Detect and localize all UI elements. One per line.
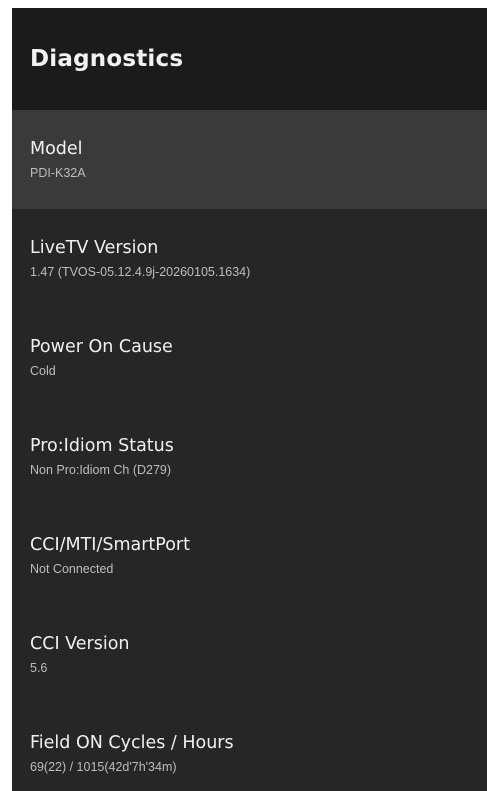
item-value: Not Connected: [30, 562, 114, 576]
list-item-field-on-cycles-hours[interactable]: Field ON Cycles / Hours 69(22) / 1015(42…: [12, 704, 487, 791]
page-title: Diagnostics: [30, 46, 184, 72]
list-item-model[interactable]: Model PDI-K32A: [12, 110, 487, 209]
list-item-cci-version[interactable]: CCI Version 5.6: [12, 605, 487, 704]
item-value: PDI-K32A: [30, 166, 86, 180]
item-label: CCI/MTI/SmartPort: [30, 535, 190, 555]
item-label: LiveTV Version: [30, 238, 159, 258]
header: Diagnostics: [12, 8, 487, 110]
item-label: Power On Cause: [30, 337, 173, 357]
diagnostics-panel: Diagnostics Model PDI-K32A LiveTV Versio…: [12, 8, 487, 791]
item-label: Field ON Cycles / Hours: [30, 733, 234, 753]
item-value: 69(22) / 1015(42d'7h'34m): [30, 760, 177, 774]
item-value: 5.6: [30, 661, 48, 675]
item-label: CCI Version: [30, 634, 130, 654]
item-label: Pro:Idiom Status: [30, 436, 174, 456]
list-item-power-on-cause[interactable]: Power On Cause Cold: [12, 308, 487, 407]
item-value: 1.47 (TVOS-05.12.4.9j-20260105.1634): [30, 265, 251, 279]
item-value: Non Pro:Idiom Ch (D279): [30, 463, 172, 477]
item-value: Cold: [30, 364, 56, 378]
item-label: Model: [30, 139, 83, 159]
list-item-cci-mti-smartport[interactable]: CCI/MTI/SmartPort Not Connected: [12, 506, 487, 605]
list-item-proidiom-status[interactable]: Pro:Idiom Status Non Pro:Idiom Ch (D279): [12, 407, 487, 506]
list-item-livetv-version[interactable]: LiveTV Version 1.47 (TVOS-05.12.4.9j-202…: [12, 209, 487, 308]
